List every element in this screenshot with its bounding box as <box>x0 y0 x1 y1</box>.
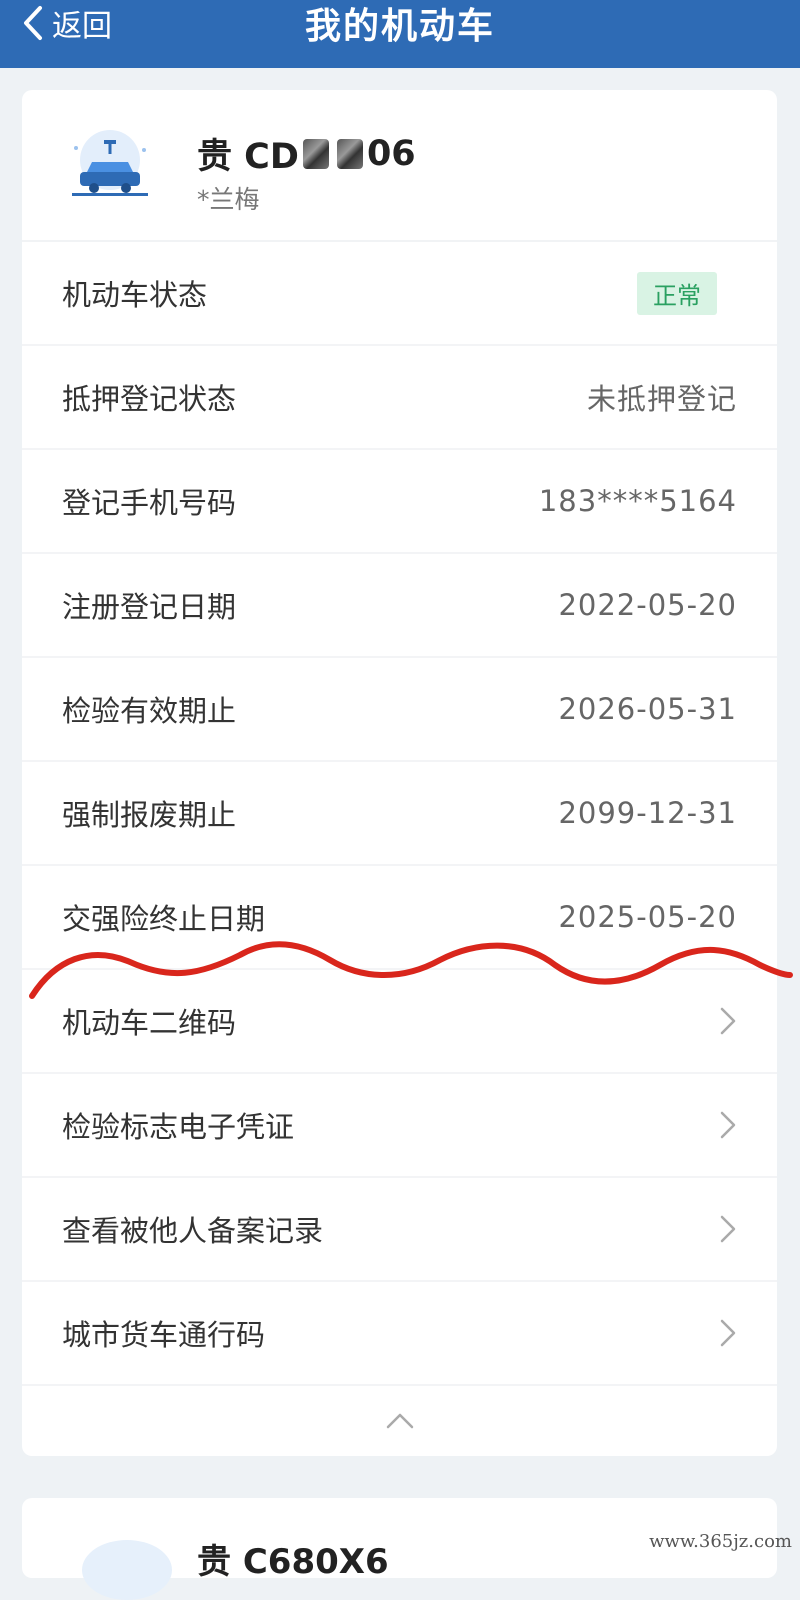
plate-suffix: 06 <box>367 134 416 174</box>
chevron-right-icon <box>719 1110 737 1140</box>
vehicle-status-row: 机动车状态 正常 <box>22 242 777 346</box>
row-label: 检验有效期止 <box>62 688 236 730</box>
vehicle-icon <box>82 1540 172 1600</box>
row-value: 2099-12-31 <box>558 796 737 830</box>
mosaic-blur <box>337 139 363 169</box>
chevron-right-icon <box>719 1318 737 1348</box>
nav-row[interactable]: 城市货车通行码 <box>22 1282 777 1386</box>
license-plate: 贵 C680X6 <box>197 1534 389 1583</box>
info-row: 检验有效期止 2026-05-31 <box>22 658 777 762</box>
vehicle-card: 贵 CD 06 *兰梅 机动车状态 正常 抵押登记状态 未抵押登记登记手机号码 18… <box>22 90 777 1456</box>
row-label: 机动车二维码 <box>62 1000 236 1042</box>
row-label: 强制报废期止 <box>62 792 236 834</box>
info-row: 强制报废期止 2099-12-31 <box>22 762 777 866</box>
info-row: 注册登记日期 2022-05-20 <box>22 554 777 658</box>
page-title: 我的机动车 <box>0 0 800 46</box>
row-label: 交强险终止日期 <box>62 896 265 938</box>
row-label: 机动车状态 <box>62 272 207 314</box>
license-plate: 贵 CD 06 <box>197 128 416 179</box>
info-row: 交强险终止日期 2025-05-20 <box>22 866 777 970</box>
nav-row[interactable]: 机动车二维码 <box>22 970 777 1074</box>
plate-prefix: 贵 CD <box>197 128 299 179</box>
row-label: 城市货车通行码 <box>62 1312 265 1354</box>
row-value: 2026-05-31 <box>558 692 737 726</box>
nav-row[interactable]: 查看被他人备案记录 <box>22 1178 777 1282</box>
status-badge: 正常 <box>637 272 717 315</box>
owner-name: *兰梅 <box>197 180 260 216</box>
nav-row[interactable]: 检验标志电子凭证 <box>22 1074 777 1178</box>
row-label: 登记手机号码 <box>62 480 236 522</box>
watermark: www.365jz.com <box>649 1531 792 1552</box>
row-value: 未抵押登记 <box>587 376 737 418</box>
chevron-up-icon <box>385 1412 415 1430</box>
row-label: 抵押登记状态 <box>62 376 236 418</box>
mosaic-blur <box>303 139 329 169</box>
row-label: 查看被他人备案记录 <box>62 1208 323 1250</box>
chevron-right-icon <box>719 1214 737 1244</box>
electric-car-icon <box>64 130 156 200</box>
row-label: 注册登记日期 <box>62 584 236 626</box>
info-row: 抵押登记状态 未抵押登记 <box>22 346 777 450</box>
row-value: 2025-05-20 <box>558 900 737 934</box>
row-label: 检验标志电子凭证 <box>62 1104 294 1146</box>
collapse-button[interactable] <box>22 1386 777 1456</box>
vehicle-header: 贵 CD 06 *兰梅 <box>22 90 777 242</box>
chevron-right-icon <box>719 1006 737 1036</box>
row-value: 2022-05-20 <box>558 588 737 622</box>
row-value: 183****5164 <box>539 484 737 518</box>
top-nav-bar: 返回 我的机动车 <box>0 0 800 68</box>
info-row: 登记手机号码 183****5164 <box>22 450 777 554</box>
